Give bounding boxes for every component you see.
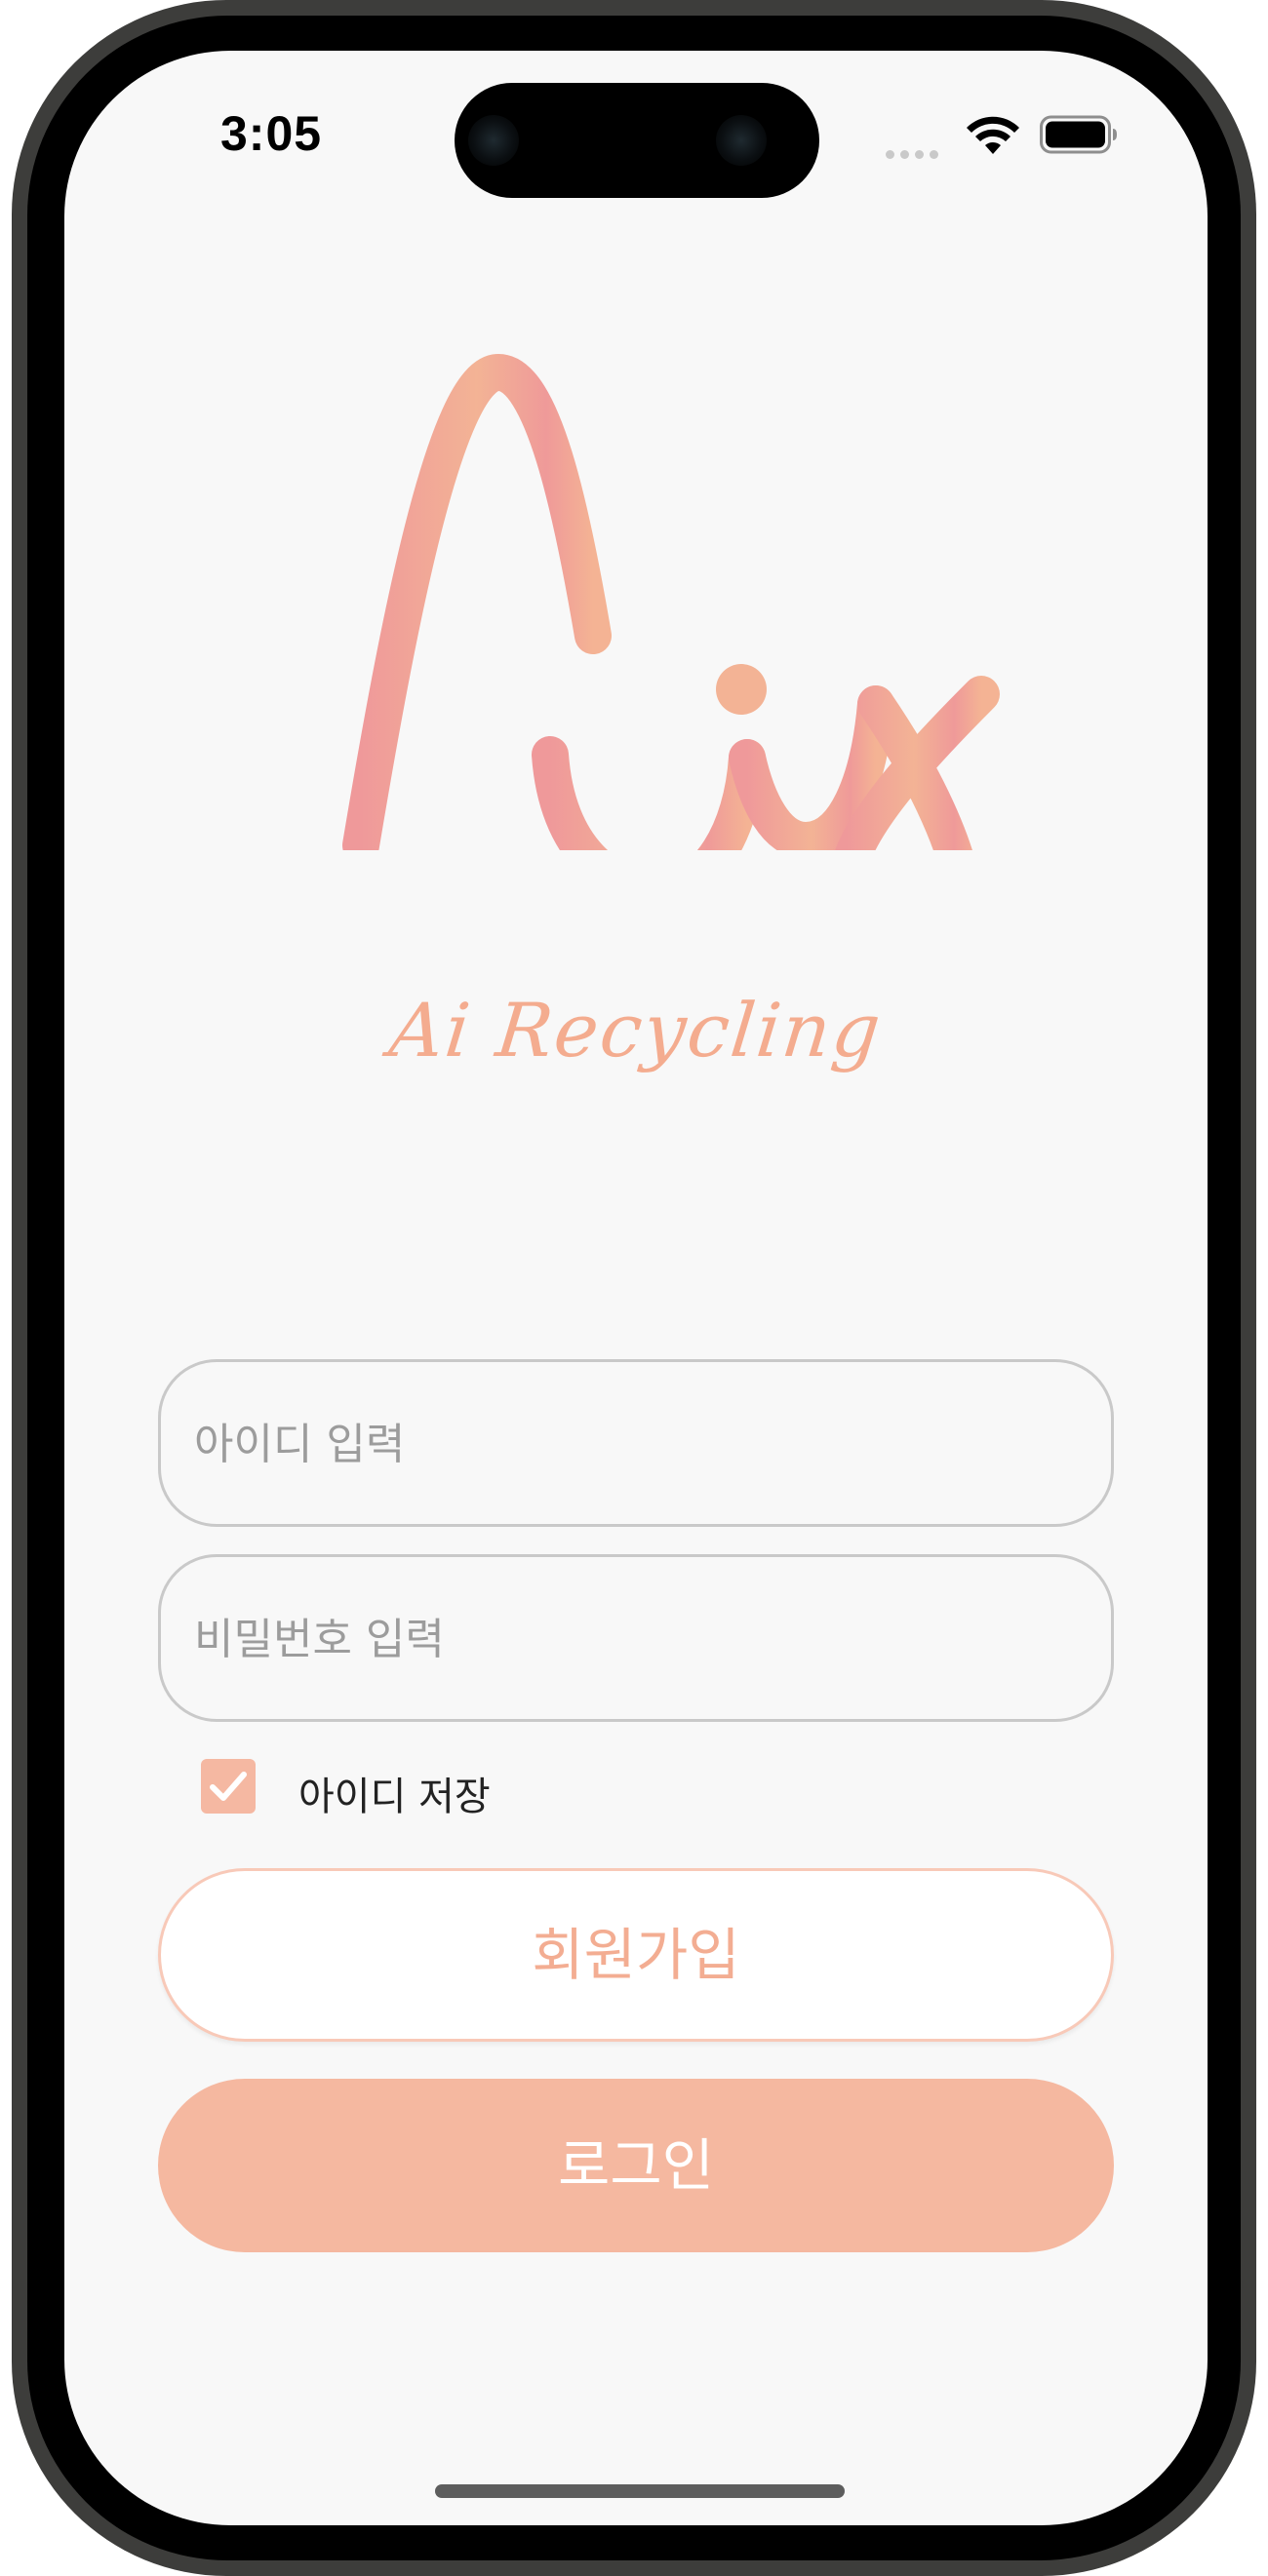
- camera-icon: [468, 115, 519, 166]
- wifi-icon: [967, 116, 1019, 154]
- battery-icon: [1040, 115, 1117, 154]
- cellular-signal-icon: [886, 144, 944, 159]
- checkmark-icon: [210, 1772, 247, 1801]
- password-field[interactable]: [158, 1554, 1114, 1722]
- save-id-checkbox[interactable]: [201, 1759, 256, 1814]
- app-screen: 3:05 Ai Recycling 아이디 입력 아이디 저장 회원가입 로그인: [64, 51, 1208, 2525]
- signup-button[interactable]: 회원가입: [158, 1868, 1114, 2042]
- sensor-icon: [716, 115, 767, 166]
- app-tagline: Ai Recycling: [385, 987, 887, 1073]
- ai-recycling-logo: [342, 354, 1000, 850]
- id-field[interactable]: [158, 1359, 1114, 1527]
- password-input[interactable]: [192, 1557, 1074, 1721]
- id-input[interactable]: [192, 1362, 1074, 1526]
- login-button[interactable]: 로그인: [158, 2079, 1114, 2252]
- save-id-label: 아이디 저장: [298, 1775, 491, 1819]
- home-indicator[interactable]: [435, 2484, 845, 2498]
- dynamic-island: [455, 83, 819, 198]
- status-time: 3:05: [220, 106, 323, 161]
